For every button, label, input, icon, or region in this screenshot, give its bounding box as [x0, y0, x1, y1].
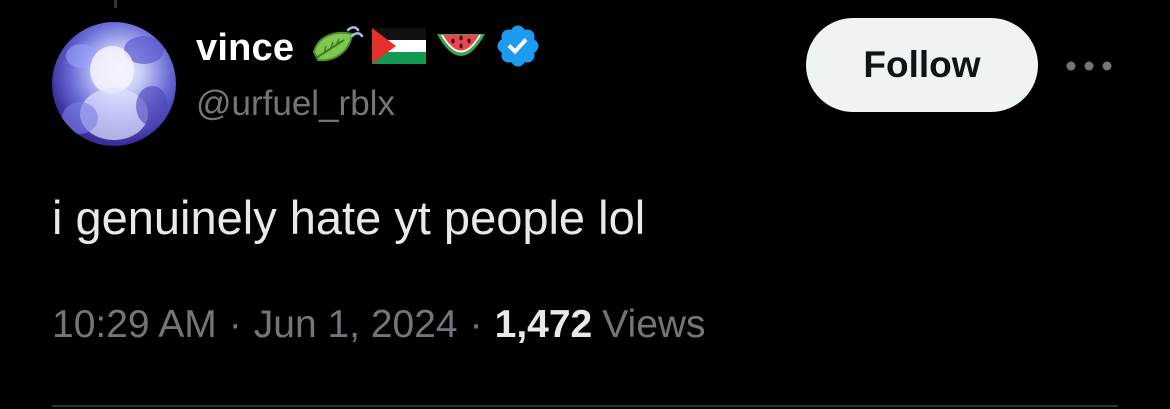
watermelon-icon [434, 26, 488, 71]
author-name-row: vince [196, 25, 542, 71]
meta-separator: · [228, 303, 242, 346]
leaf-fluttering-in-wind-icon [308, 24, 364, 73]
views-count[interactable]: 1,472 [495, 303, 593, 347]
follow-button[interactable]: Follow [806, 18, 1038, 112]
verified-badge-icon[interactable] [494, 22, 542, 75]
avatar[interactable] [52, 22, 176, 146]
views-label: Views [602, 303, 706, 346]
more-options-button[interactable] [1062, 54, 1116, 78]
tweet-time[interactable]: 10:29 AM [52, 303, 217, 347]
palestine-flag-icon [370, 26, 428, 71]
author-handle[interactable]: @urfuel_rblx [196, 84, 395, 124]
more-options-icon [1066, 61, 1112, 71]
tweet-text: i genuinely hate yt people lol [52, 191, 646, 244]
thread-connector-line [114, 0, 117, 8]
meta-separator: · [469, 303, 483, 346]
tweet-date[interactable]: Jun 1, 2024 [254, 303, 458, 347]
tweet-metadata: 10:29 AM · Jun 1, 2024 · 1,472 Views [52, 303, 706, 347]
divider [52, 405, 1118, 407]
author-display-name[interactable]: vince [196, 27, 294, 70]
